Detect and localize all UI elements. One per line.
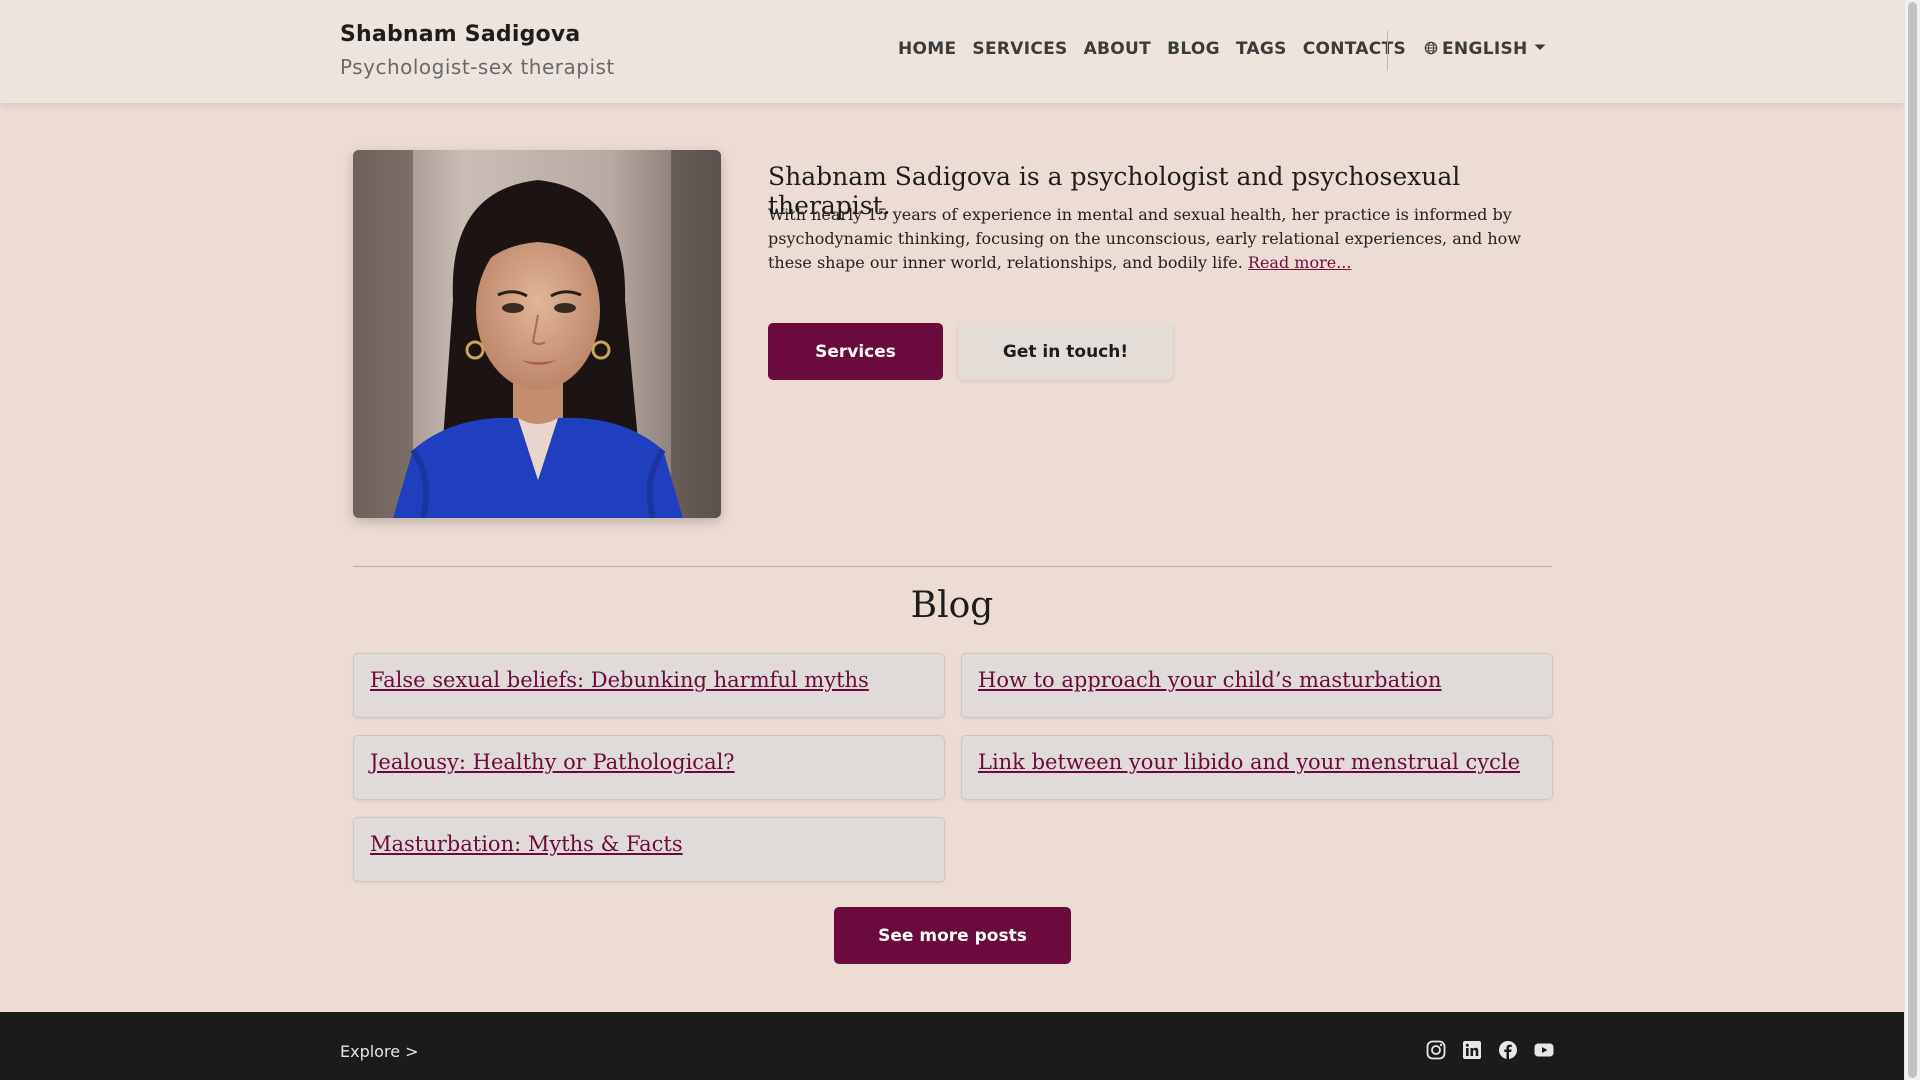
language-label: ENGLISH xyxy=(1442,39,1528,59)
blog-post-card[interactable]: Jealousy: Healthy or Pathological? xyxy=(353,735,945,800)
social-links xyxy=(1426,1040,1554,1060)
nav-contacts[interactable]: CONTACTS xyxy=(1303,39,1406,59)
nav-about[interactable]: ABOUT xyxy=(1084,39,1151,59)
hero-description: With nearly 15 years of experience in me… xyxy=(768,203,1558,275)
blog-post-link[interactable]: False sexual beliefs: Debunking harmful … xyxy=(370,668,869,692)
site-footer: Explore > xyxy=(0,1012,1904,1080)
section-divider xyxy=(353,566,1552,567)
get-in-touch-button[interactable]: Get in touch! xyxy=(958,323,1173,380)
scrollbar[interactable] xyxy=(1904,0,1920,1080)
instagram-icon[interactable] xyxy=(1426,1040,1446,1060)
portrait-photo xyxy=(353,150,721,518)
blog-post-link[interactable]: Link between your libido and your menstr… xyxy=(978,750,1520,774)
brand-name[interactable]: Shabnam Sadigova xyxy=(340,22,615,47)
blog-post-card[interactable]: Masturbation: Myths & Facts xyxy=(353,817,945,882)
read-more-link[interactable]: Read more... xyxy=(1248,253,1352,272)
blog-heading: Blog xyxy=(910,585,994,626)
nav-blog[interactable]: BLOG xyxy=(1167,39,1220,59)
see-more-posts-button[interactable]: See more posts xyxy=(834,907,1071,964)
linkedin-icon[interactable] xyxy=(1462,1040,1482,1060)
explore-link[interactable]: Explore > xyxy=(340,1042,419,1061)
nav-services[interactable]: SERVICES xyxy=(972,39,1067,59)
blog-post-card[interactable]: Link between your libido and your menstr… xyxy=(961,735,1553,800)
scrollbar-thumb[interactable] xyxy=(1908,2,1917,1078)
page: Shabnam Sadigova Psychologist-sex therap… xyxy=(0,0,1904,1080)
language-selector[interactable]: ENGLISH xyxy=(1424,39,1548,59)
blog-post-link[interactable]: Jealousy: Healthy or Pathological? xyxy=(370,750,735,774)
blog-post-card[interactable]: How to approach your child’s masturbatio… xyxy=(961,653,1553,718)
brand[interactable]: Shabnam Sadigova Psychologist-sex therap… xyxy=(340,22,615,79)
hero-body-text: With nearly 15 years of experience in me… xyxy=(768,205,1522,272)
main-nav: HOME SERVICES ABOUT BLOG TAGS CONTACTS xyxy=(898,39,1406,59)
brand-subtitle: Psychologist-sex therapist xyxy=(340,55,615,79)
blog-post-link[interactable]: Masturbation: Myths & Facts xyxy=(370,832,683,856)
site-header: Shabnam Sadigova Psychologist-sex therap… xyxy=(0,0,1904,103)
facebook-icon[interactable] xyxy=(1498,1040,1518,1060)
nav-tags[interactable]: TAGS xyxy=(1236,39,1287,59)
caret-down-icon xyxy=(1532,39,1548,59)
services-button[interactable]: Services xyxy=(768,323,943,380)
youtube-icon[interactable] xyxy=(1534,1040,1554,1060)
nav-home[interactable]: HOME xyxy=(898,39,956,59)
blog-post-card[interactable]: False sexual beliefs: Debunking harmful … xyxy=(353,653,945,718)
blog-post-link[interactable]: How to approach your child’s masturbatio… xyxy=(978,668,1441,692)
globe-icon xyxy=(1424,40,1438,59)
nav-divider xyxy=(1387,31,1388,71)
